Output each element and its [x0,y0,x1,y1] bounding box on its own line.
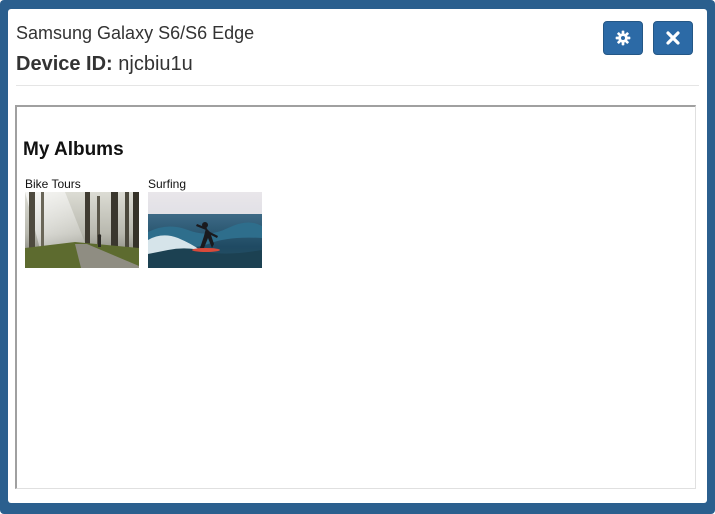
device-id-value: njcbiu1u [118,53,193,75]
device-id-row: Device ID: njcbiu1u [16,53,193,76]
album-thumbnail-bike-tours[interactable] [25,192,139,268]
album-item-surfing[interactable]: Surfing [148,177,262,268]
device-dialog: Samsung Galaxy S6/S6 Edge Device ID: njc… [8,9,707,503]
albums-title: My Albums [23,139,124,160]
close-button[interactable] [653,21,693,55]
gear-icon [615,30,631,46]
settings-button[interactable] [603,21,643,55]
device-name: Samsung Galaxy S6/S6 Edge [16,23,255,43]
header-divider [16,85,699,86]
device-id-label: Device ID: [16,53,113,75]
album-label: Bike Tours [25,177,81,191]
album-item-bike-tours[interactable]: Bike Tours [25,177,139,268]
close-icon [666,31,680,45]
album-label: Surfing [148,177,187,191]
dialog-frame: Samsung Galaxy S6/S6 Edge Device ID: njc… [0,0,715,514]
album-thumbnail-surfing[interactable] [148,192,262,268]
albums-frame: My Albums Bike Tours Surfing [15,105,696,489]
